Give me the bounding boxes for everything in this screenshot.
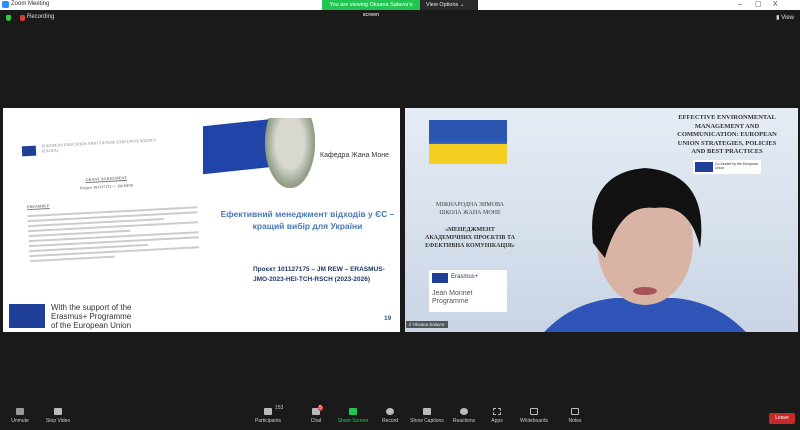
reactions-label: Reactions — [452, 418, 476, 424]
minimize-button[interactable]: – — [738, 0, 742, 10]
project-line: Проєкт 101127175 – JM REW – ERASMUS- — [253, 266, 385, 273]
meeting-top-bar: Recording ▮ View — [0, 10, 800, 26]
project-line: JMO-2023-HEI-TCH-RSCH (2023-2026) — [253, 276, 371, 283]
whiteboards-label: Whiteboards — [519, 418, 549, 424]
event-title-line: EFFECTIVE ENVIRONMENTAL — [678, 114, 776, 121]
event-title-line: UNION STRATEGIES, POLICIES — [677, 139, 777, 147]
course-line: ЕФЕКТИВНА КОМУНІКАЦІЯ» — [425, 243, 515, 249]
erasmus-jean-monnet-logo: Erasmus+ Jean Monnet Programme — [429, 270, 507, 312]
video-camera-icon — [54, 408, 62, 415]
event-title: EFFECTIVE ENVIRONMENTAL MANAGEMENT AND C… — [659, 114, 795, 157]
recording-status[interactable]: Recording — [27, 14, 54, 20]
participant-person — [544, 168, 746, 332]
event-title-line: COMMUNICATION: EUROPEAN — [677, 131, 777, 138]
share-screen-button[interactable]: Share Screen — [333, 400, 373, 424]
doc-body-lines — [27, 203, 200, 265]
grant-agreement-document: EUROPEAN EDUCATION AND CULTURE EXECUTIVE… — [12, 111, 201, 300]
course-title: «МЕНЕДЖМЕНТ АКАДЕМІЧНИХ ПРОЄКТІВ ТА ЕФЕК… — [405, 226, 535, 250]
viewing-screen-banner: You are viewing Oksana Salavor's screen — [322, 0, 420, 18]
apps-icon — [493, 408, 501, 415]
leave-button[interactable]: Leave — [769, 413, 795, 424]
slide-page-number: 19 — [384, 315, 392, 322]
view-options-label: View Options — [426, 2, 459, 8]
participants-icon — [264, 408, 272, 415]
apps-button[interactable]: Apps — [477, 400, 517, 424]
eu-flag-icon — [21, 145, 37, 157]
apps-label: Apps — [491, 418, 503, 424]
security-shield-icon[interactable] — [6, 15, 11, 21]
participants-count: 153 — [275, 405, 284, 411]
event-title-line: AND BEST PRACTICES — [691, 148, 763, 155]
jean-monnet-text: Jean Monnet Programme — [432, 290, 472, 306]
erasmus-support-text: With the support of the Erasmus+ Program… — [51, 303, 132, 330]
meeting-toolbar: Unmute Stop Video Participants 153 Chat 5 … — [0, 400, 800, 430]
course-line: «МЕНЕДЖМЕНТ — [445, 227, 495, 233]
zoom-logo-icon — [2, 1, 9, 8]
support-line: With the support of the — [51, 303, 132, 312]
record-button[interactable]: Record — [370, 400, 410, 424]
notes-button[interactable]: Notes — [555, 400, 595, 424]
view-button[interactable]: ▮ View — [776, 14, 794, 21]
participant-name-tag: ıl Oksana Salavor — [406, 321, 448, 328]
restore-button[interactable]: ▢ — [755, 0, 762, 10]
participants-button[interactable]: Participants 153 — [248, 400, 288, 424]
support-line: of the European Union — [51, 321, 132, 330]
chat-badge: 5 — [318, 405, 323, 411]
support-line: Erasmus+ Programme — [51, 312, 132, 321]
course-line: АКАДЕМІЧНИХ ПРОЄКТІВ ТА — [425, 235, 515, 241]
event-title-line: MANAGEMENT AND — [694, 122, 760, 130]
window-title: Zoom Meeting — [11, 1, 50, 7]
eu-ukraine-flags-image — [429, 120, 507, 164]
winter-school-title: МІЖНАРОДНА ЗИМОВА ШКОЛА ЖАНА МОНЕ — [405, 201, 535, 217]
show-captions-button[interactable]: Show Captions — [407, 400, 447, 424]
view-label: View — [781, 15, 794, 21]
slide-title: Ефективний менеджмент відходів у ЄС – кр… — [220, 209, 395, 231]
jm-line: Jean Monnet — [432, 290, 473, 297]
stop-video-button[interactable]: Stop Video — [38, 400, 78, 424]
doc-title: GRANT AGREEMENT — [85, 174, 128, 183]
jm-line: Programme — [432, 298, 469, 305]
view-options-button[interactable]: View Options ⌄ — [420, 0, 478, 10]
stop-video-label: Stop Video — [45, 418, 71, 424]
microphone-muted-icon — [16, 408, 24, 415]
school-line: МІЖНАРОДНА ЗИМОВА — [435, 202, 505, 208]
participant-name: Oksana Salavor — [412, 322, 445, 327]
participants-label: Participants — [254, 418, 282, 424]
doc-preamble: PREAMBLE — [26, 203, 50, 210]
share-screen-label: Share Screen — [337, 418, 369, 424]
share-screen-icon — [349, 408, 357, 415]
participant-video[interactable]: EFFECTIVE ENVIRONMENTAL MANAGEMENT AND C… — [405, 108, 798, 332]
record-label: Record — [381, 418, 399, 424]
chat-button[interactable]: Chat 5 — [296, 400, 336, 424]
notes-icon — [571, 408, 579, 415]
doc-project: Project 101127175 — JM REW — [79, 182, 134, 191]
chevron-down-icon: ⌄ — [459, 2, 465, 8]
eu-flag-icon — [9, 304, 45, 328]
jean-monnet-portrait — [265, 118, 315, 188]
recording-icon — [20, 15, 25, 21]
school-line: ШКОЛА ЖАНА МОНЕ — [439, 210, 501, 216]
unmute-button[interactable]: Unmute — [0, 400, 40, 424]
record-icon — [386, 408, 394, 415]
show-captions-label: Show Captions — [410, 418, 444, 424]
chat-label: Chat — [310, 418, 322, 424]
project-code: Проєкт 101127175 – JM REW – ERASMUS- JMO… — [253, 265, 385, 285]
close-button[interactable]: X — [773, 0, 778, 10]
shared-screen-slide: EUROPEAN EDUCATION AND CULTURE EXECUTIVE… — [3, 108, 400, 332]
kafedra-label: Кафедра Жана Моне — [320, 152, 389, 159]
doc-agency: EUROPEAN EDUCATION AND CULTURE EXECUTIVE… — [41, 137, 157, 154]
whiteboard-icon — [530, 408, 538, 415]
whiteboards-button[interactable]: Whiteboards — [514, 400, 554, 424]
notes-label: Notes — [568, 418, 582, 424]
captions-cc-icon — [423, 408, 431, 415]
unmute-label: Unmute — [11, 418, 29, 424]
reactions-icon — [460, 408, 468, 415]
erasmus-text: Erasmus+ — [451, 274, 479, 280]
